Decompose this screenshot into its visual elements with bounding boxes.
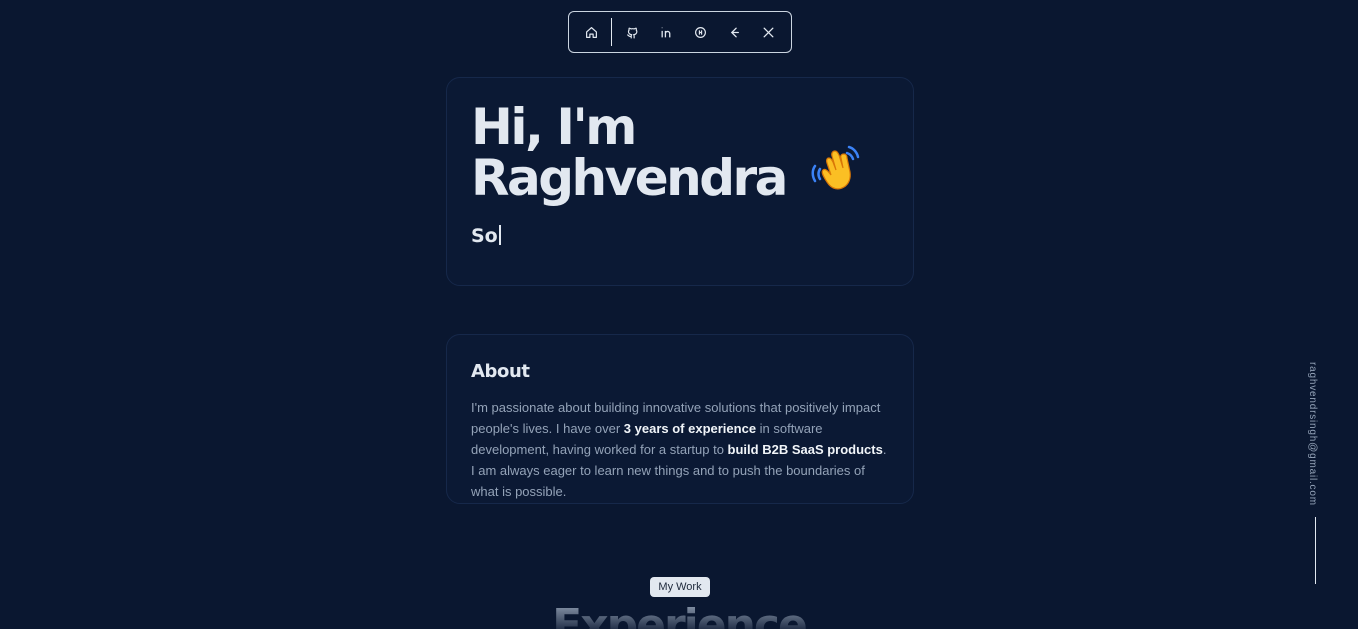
linkedin-link[interactable] bbox=[649, 17, 683, 47]
side-email-link[interactable]: raghvendrsingh@gmail.com bbox=[1307, 362, 1318, 506]
about-title: About bbox=[471, 361, 530, 382]
my-work-badge: My Work bbox=[650, 577, 710, 597]
experience-heading: Experience bbox=[0, 600, 1358, 629]
github-icon bbox=[626, 27, 638, 39]
home-link[interactable] bbox=[575, 17, 609, 47]
github-link[interactable] bbox=[615, 17, 649, 47]
typed-subtitle: So bbox=[471, 225, 889, 247]
hero-title-line1: Hi, I'm bbox=[471, 98, 637, 156]
page: Hi, I'm Raghvendra So About I'm passiona… bbox=[0, 0, 1358, 629]
about-card: About I'm passionate about building inno… bbox=[446, 334, 914, 504]
side-divider-line bbox=[1315, 517, 1316, 584]
leetcode-link[interactable] bbox=[717, 17, 751, 47]
home-icon bbox=[586, 26, 598, 38]
social-nav bbox=[568, 11, 792, 53]
hero-card: Hi, I'm Raghvendra So bbox=[446, 77, 914, 286]
hero-title-name: Raghvendra bbox=[471, 149, 788, 207]
leetcode-icon bbox=[730, 27, 739, 37]
hashnode-link[interactable] bbox=[683, 17, 717, 47]
typed-text: So bbox=[471, 225, 498, 247]
about-highlight-saas: build B2B SaaS products bbox=[727, 442, 883, 457]
about-highlight-experience: 3 years of experience bbox=[623, 421, 757, 436]
hero-title: Hi, I'm Raghvendra bbox=[471, 102, 889, 209]
hashnode-icon bbox=[694, 26, 706, 38]
nav-divider bbox=[610, 18, 613, 46]
typing-cursor bbox=[498, 225, 501, 245]
linkedin-icon bbox=[661, 27, 671, 37]
x-link[interactable] bbox=[751, 17, 785, 47]
x-icon bbox=[763, 27, 774, 37]
about-text: I'm passionate about building innovative… bbox=[471, 397, 889, 502]
waving-hand-icon bbox=[809, 144, 863, 209]
